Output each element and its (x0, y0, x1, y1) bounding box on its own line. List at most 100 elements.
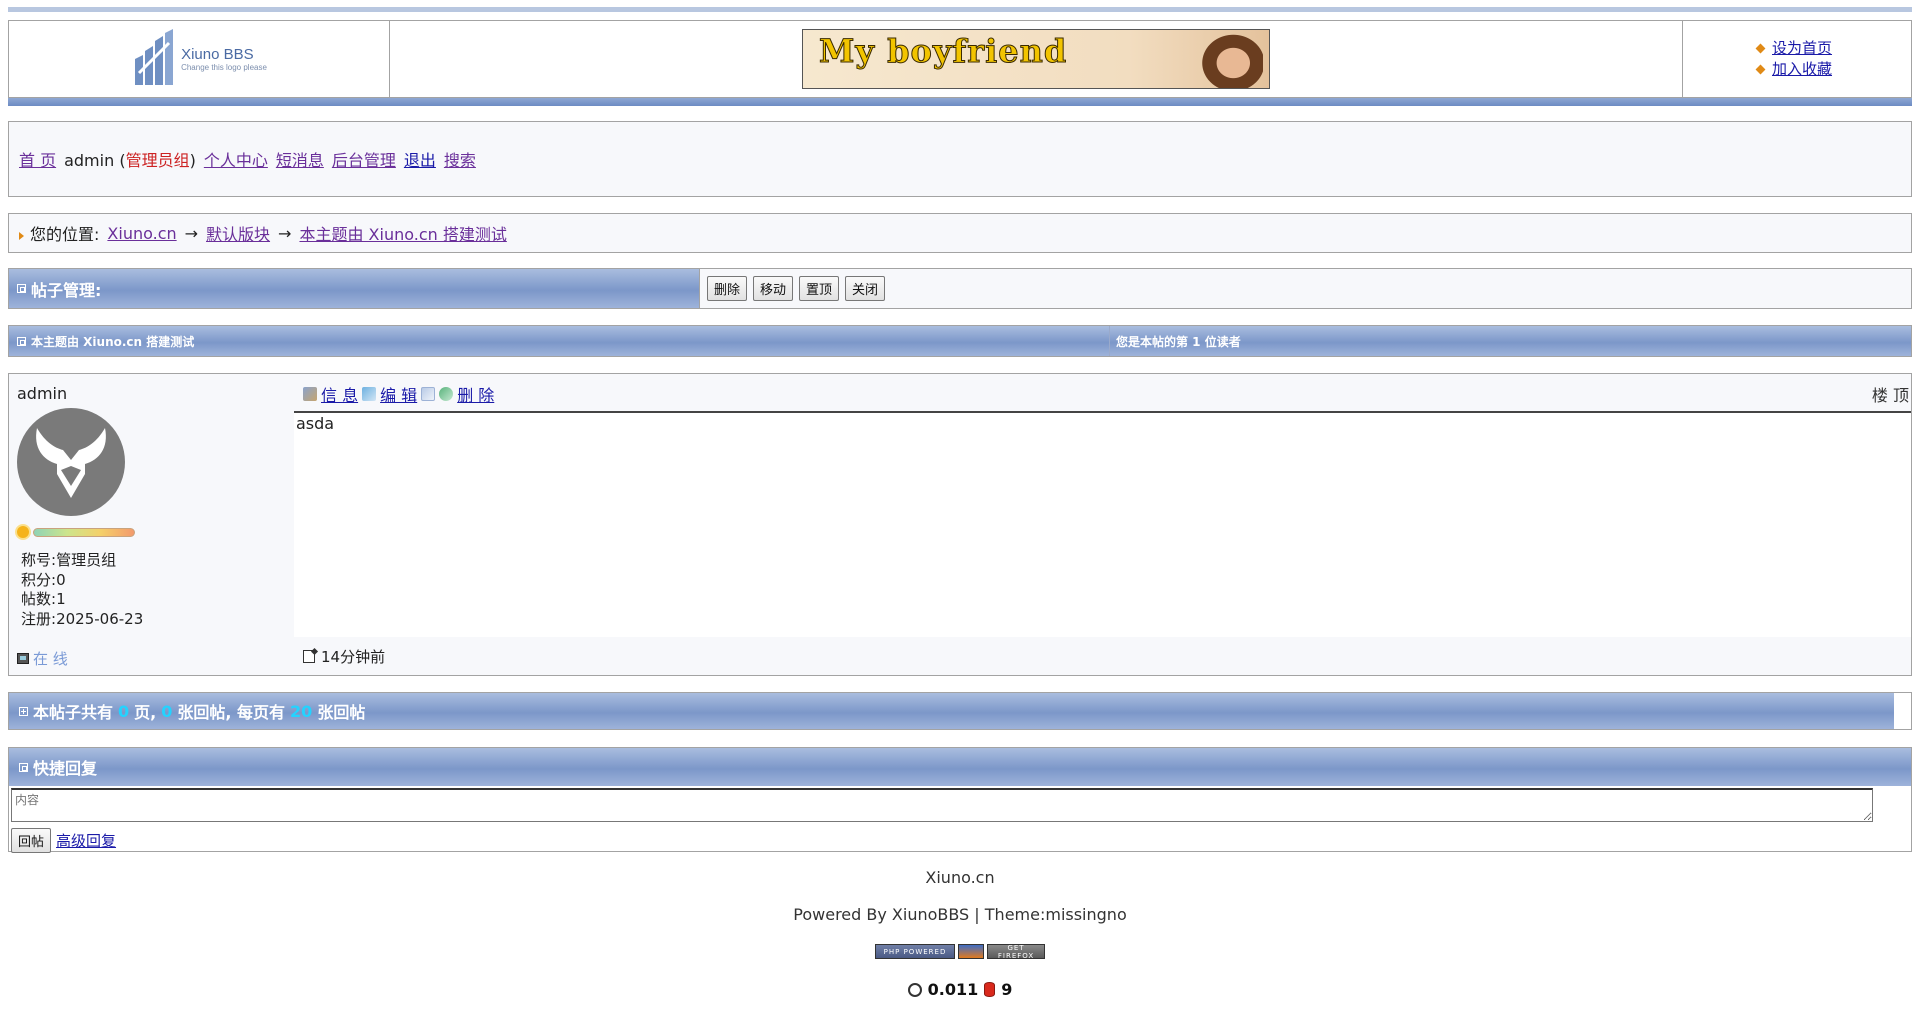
edit-link[interactable]: 编 辑 (380, 382, 417, 406)
reply-textarea[interactable] (11, 788, 1873, 822)
site-header: Xiuno BBS Change this logo please My boy… (8, 20, 1912, 98)
level-bar (33, 527, 135, 537)
footer-badges: PHP POWERED GET FIREFOX (0, 944, 1920, 960)
triangle-icon (19, 232, 24, 240)
title-value: 管理员组 (56, 551, 117, 569)
posts-label: 帖数: (21, 590, 57, 608)
section-icon (19, 762, 28, 772)
nav-profile-link[interactable]: 个人中心 (204, 147, 268, 171)
author-stats: 称号:管理员组 积分:0 帖数:1 注册:2025-06-23 (17, 551, 286, 629)
post-main: 信 息 编 辑 删 除 楼 顶 asda 14分钟前 (294, 374, 1911, 675)
nav-user-info: admin (管理员组) (64, 147, 196, 171)
sun-icon (17, 526, 29, 538)
footer-powered: Powered By XiunoBBS | Theme:missingno (793, 905, 1127, 924)
nav-home-link[interactable]: 首 页 (19, 147, 56, 171)
delete-icon (439, 387, 454, 401)
reader-count: 您是本帖的第 1 位读者 (1116, 334, 1241, 349)
move-button[interactable]: 移动 (753, 276, 794, 301)
points-label: 积分: (21, 570, 57, 589)
header-bottom-bar (8, 98, 1912, 106)
firefox-logo-icon[interactable] (958, 944, 984, 959)
set-homepage-link[interactable]: 设为首页 (1772, 38, 1832, 59)
author-panel: admin 称号:管理员组 积分:0 帖数:1 注册:2025-06-23 在 … (9, 374, 294, 675)
site-logo[interactable]: Xiuno BBS Change this logo please (131, 29, 267, 89)
topic-title-cell: 本主题由 Xiuno.cn 搭建测试 (9, 326, 1110, 356)
quick-reply: 快捷回复 回帖 高级回复 (8, 747, 1912, 853)
reg-label: 注册: (21, 609, 57, 628)
firefox-badge[interactable]: GET FIREFOX (987, 944, 1045, 960)
ad-banner[interactable]: My boyfriend (802, 29, 1270, 89)
nav-messages-link[interactable]: 短消息 (276, 147, 324, 171)
php-badge[interactable]: PHP POWERED (875, 944, 955, 959)
add-favorite-link[interactable]: 加入收藏 (1772, 59, 1832, 80)
nav-username: admin (64, 151, 115, 170)
posts-value: 1 (56, 590, 66, 608)
topic-info-bar: 本主题由 Xiuno.cn 搭建测试 您是本帖的第 1 位读者 (8, 325, 1912, 357)
breadcrumb-thread[interactable]: 本主题由 Xiuno.cn 搭建测试 (299, 221, 506, 245)
post: admin 称号:管理员组 积分:0 帖数:1 注册:2025-06-23 在 … (8, 373, 1912, 676)
title-label: 称号: (21, 551, 57, 569)
logo-cell: Xiuno BBS Change this logo please (9, 21, 390, 97)
delete-link[interactable]: 删 除 (457, 382, 494, 406)
message-icon[interactable] (421, 387, 436, 401)
avatar[interactable] (17, 408, 125, 516)
reader-count-cell: 您是本帖的第 1 位读者 (1110, 326, 1911, 356)
page-text-4: 张回帖 (317, 703, 366, 722)
post-footer: 14分钟前 (294, 637, 1911, 675)
online-text: 在 线 (33, 650, 68, 668)
banner-cell: My boyfriend (390, 21, 1683, 97)
user-level (17, 526, 286, 538)
exec-time: 0.011 (927, 980, 979, 999)
logo-title: Xiuno BBS (181, 46, 254, 63)
bullet-icon (1755, 64, 1766, 75)
author-name[interactable]: admin (17, 384, 286, 403)
nav-admin-link[interactable]: 后台管理 (332, 147, 396, 171)
close-button[interactable]: 关闭 (845, 276, 886, 301)
breadcrumb: 您的位置: Xiuno.cn → 默认版块 → 本主题由 Xiuno.cn 搭建… (8, 213, 1912, 253)
header-links: 设为首页 加入收藏 (1683, 21, 1911, 97)
advanced-reply-link[interactable]: 高级回复 (56, 830, 116, 851)
section-icon (17, 336, 26, 346)
manage-title-cell: 帖子管理: (9, 269, 700, 308)
breadcrumb-forum[interactable]: 默认版块 (206, 221, 270, 245)
nav-user-group: 管理员组 (125, 151, 190, 170)
quick-reply-header: 快捷回复 (9, 748, 1911, 786)
logo-subtitle: Change this logo please (181, 63, 267, 72)
post-management-bar: 帖子管理: 删除 移动 置顶 关闭 (8, 268, 1912, 309)
delete-button[interactable]: 删除 (707, 276, 748, 301)
pagination-bar: 本帖子共有 0 页, 0 张回帖, 每页有 20 张回帖 (8, 692, 1912, 730)
topic-title: 本主题由 Xiuno.cn 搭建测试 (31, 334, 195, 349)
computer-icon (17, 653, 29, 664)
breadcrumb-separator: → (278, 223, 292, 243)
timer-icon (907, 982, 922, 997)
database-icon (984, 982, 996, 997)
bullet-icon (1755, 43, 1766, 54)
page-text-3: 张回帖, 每页有 (177, 703, 286, 722)
edit-time-icon (303, 649, 315, 663)
nav-search-link[interactable]: 搜索 (444, 147, 476, 171)
info-icon (303, 387, 317, 401)
nav-group-close: ) (189, 151, 196, 170)
top-accent-line (8, 7, 1912, 12)
user-nav: 首 页 admin (管理员组) 个人中心 短消息 后台管理 退出 搜索 (8, 121, 1912, 197)
page-count: 0 (118, 701, 130, 721)
banner-photo (1197, 30, 1263, 88)
expand-icon[interactable] (19, 706, 28, 716)
nav-logout-link[interactable]: 退出 (404, 147, 436, 171)
footer-site: Xiuno.cn (925, 868, 995, 887)
edit-icon (362, 387, 377, 401)
reply-submit-button[interactable]: 回帖 (11, 828, 52, 853)
quick-reply-title: 快捷回复 (33, 759, 98, 778)
pin-button[interactable]: 置顶 (799, 276, 840, 301)
post-content: asda (294, 413, 1911, 637)
per-page-count: 20 (290, 701, 313, 721)
breadcrumb-home[interactable]: Xiuno.cn (107, 224, 176, 243)
breadcrumb-label: 您的位置: (30, 225, 100, 244)
info-link[interactable]: 信 息 (321, 382, 358, 406)
points-value: 0 (56, 570, 66, 589)
banner-text: My boyfriend (818, 32, 1068, 71)
avatar-emblem-icon (36, 428, 106, 498)
reply-count: 0 (161, 701, 173, 721)
floor-label: 楼 顶 (1871, 386, 1909, 405)
reply-actions: 回帖 高级回复 (11, 828, 116, 853)
